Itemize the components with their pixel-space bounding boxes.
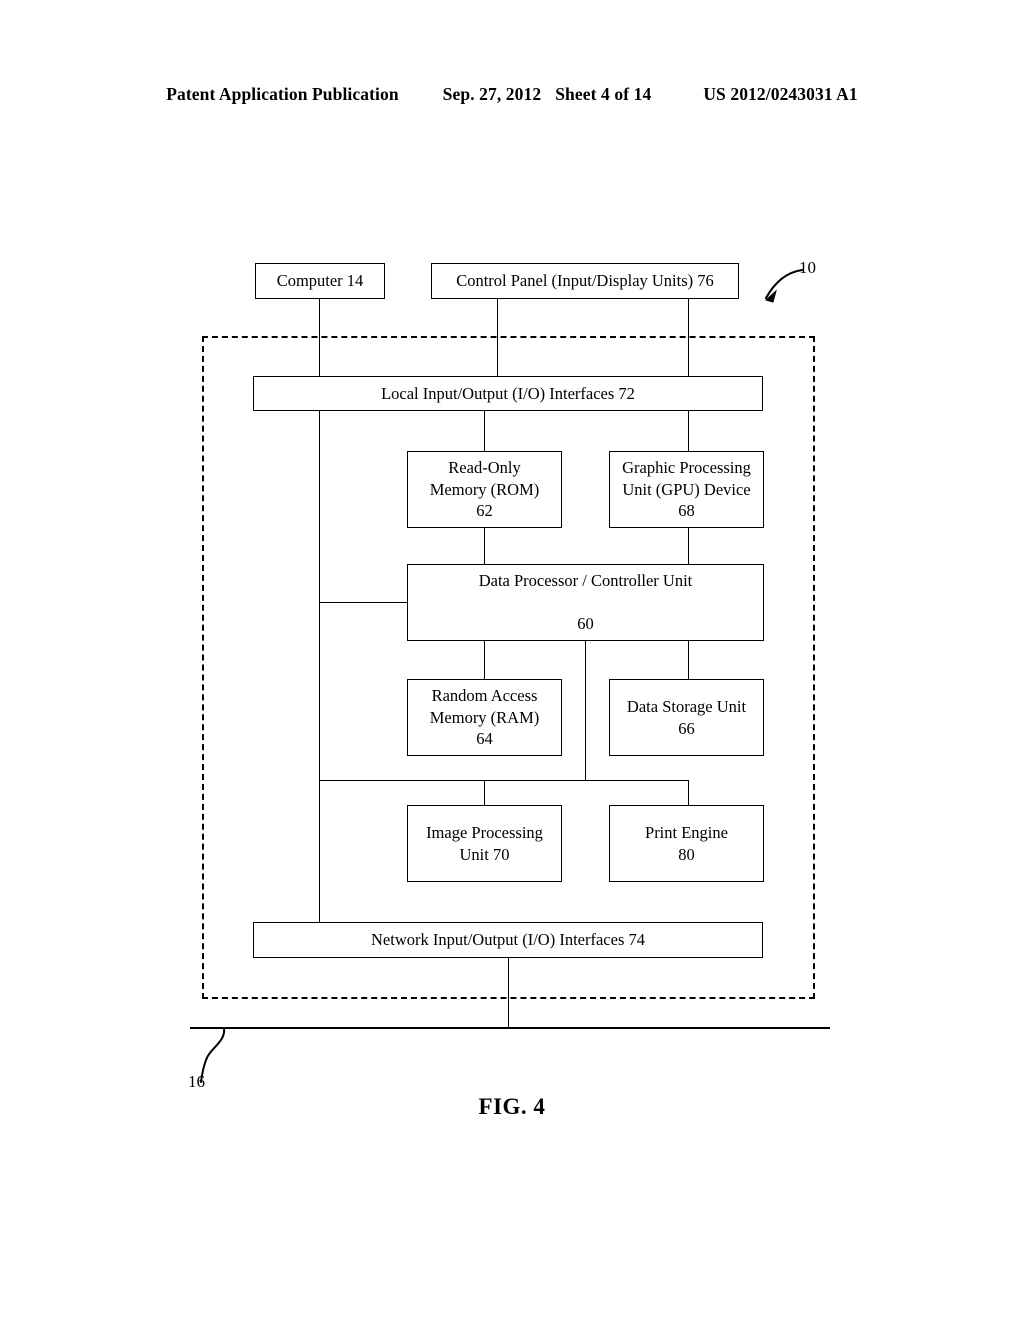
node-local-io-interfaces-label: Local Input/Output (I/O) Interfaces 72 [381, 383, 635, 403]
connector-local-io-to-gpu [688, 410, 689, 451]
node-data-processor-controller[interactable]: Data Processor / Controller Unit 60 [407, 564, 764, 641]
node-read-only-memory[interactable]: Read-Only Memory (ROM) 62 [407, 451, 562, 528]
connector-bus-to-data-processor [319, 602, 407, 603]
node-data-storage-unit-label: Data Storage Unit 66 [626, 696, 747, 738]
node-read-only-memory-label: Read-Only Memory (ROM) 62 [429, 457, 540, 521]
reference-numeral-10: 10 [799, 258, 816, 277]
node-data-processor-controller-label: Data Processor / Controller Unit 60 [478, 570, 693, 634]
node-graphic-processing-unit[interactable]: Graphic Processing Unit (GPU) Device 68 [609, 451, 764, 528]
node-graphic-processing-unit-label: Graphic Processing Unit (GPU) Device 68 [622, 457, 751, 521]
connector-data-processor-to-data-storage [688, 640, 689, 679]
node-image-processing-unit[interactable]: Image Processing Unit 70 [407, 805, 562, 882]
node-network-io-interfaces-label: Network Input/Output (I/O) Interfaces 74 [371, 930, 645, 950]
node-random-access-memory[interactable]: Random Access Memory (RAM) 64 [407, 679, 562, 756]
connector-control-panel-right-to-local-io [688, 298, 689, 376]
node-control-panel[interactable]: Control Panel (Input/Display Units) 76 [431, 263, 739, 299]
connector-data-processor-to-lower-bus [585, 640, 586, 780]
node-data-storage-unit[interactable]: Data Storage Unit 66 [609, 679, 764, 756]
reference-numeral-16: 16 [188, 1072, 205, 1091]
connector-computer-to-local-io [319, 298, 320, 376]
node-computer[interactable]: Computer 14 [255, 263, 385, 299]
node-print-engine-label: Print Engine 80 [645, 822, 728, 864]
connector-main-left-bus [319, 410, 320, 922]
connector-data-processor-to-ram [484, 640, 485, 679]
connector-network-io-to-network [508, 958, 509, 1028]
connector-control-panel-left-to-local-io [497, 298, 498, 376]
figure-4-block-diagram: Computer 14 Control Panel (Input/Display… [0, 0, 1024, 1320]
node-random-access-memory-label: Random Access Memory (RAM) 64 [429, 685, 540, 749]
connector-gpu-to-data-processor [688, 527, 689, 564]
device-boundary-dashed-outline [202, 336, 815, 999]
connector-lower-bus [319, 780, 689, 781]
connector-local-io-to-rom [484, 410, 485, 451]
connector-bus-to-image-processing [484, 780, 485, 805]
connector-rom-to-data-processor [484, 527, 485, 564]
figure-caption: FIG. 4 [478, 1094, 546, 1119]
node-image-processing-unit-label: Image Processing Unit 70 [426, 822, 543, 864]
node-network-io-interfaces[interactable]: Network Input/Output (I/O) Interfaces 74 [253, 922, 763, 958]
node-computer-label: Computer 14 [276, 271, 364, 291]
connector-bus-to-print-engine [688, 780, 689, 805]
node-control-panel-label: Control Panel (Input/Display Units) 76 [456, 271, 714, 291]
network-bus-line [190, 1027, 830, 1029]
node-local-io-interfaces[interactable]: Local Input/Output (I/O) Interfaces 72 [253, 376, 763, 411]
node-print-engine[interactable]: Print Engine 80 [609, 805, 764, 882]
